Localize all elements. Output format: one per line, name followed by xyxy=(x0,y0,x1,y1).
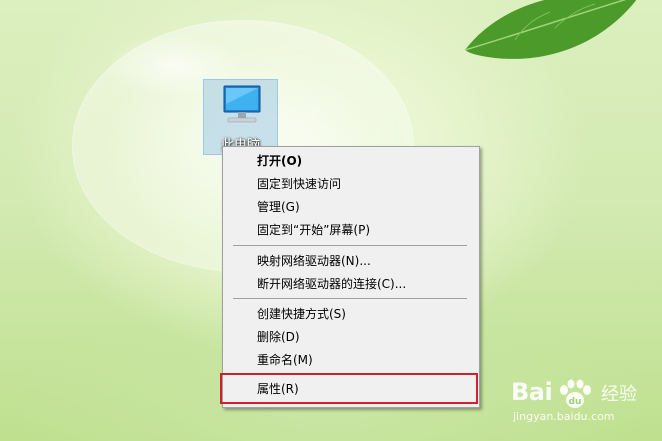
menu-separator xyxy=(233,298,467,299)
computer-monitor-icon xyxy=(223,85,261,123)
menu-separator xyxy=(233,245,467,246)
menu-item-rename[interactable]: 重命名(M) xyxy=(225,349,477,371)
watermark-jingyan-text: 经验 xyxy=(601,384,637,405)
menu-item-pin-start[interactable]: 固定到“开始”屏幕(P) xyxy=(225,219,477,241)
desktop-background: 此电脑 打开(O) 固定到快速访问 管理(G) 固定到“开始”屏幕(P) 映射网… xyxy=(0,0,662,441)
svg-text:du: du xyxy=(569,397,582,407)
baidu-paw-icon: du xyxy=(560,379,591,408)
baidu-jingyan-watermark: Bai du 经验 jingyan.baidu.com xyxy=(505,372,655,432)
menu-item-open[interactable]: 打开(O) xyxy=(225,150,477,172)
wallpaper-leaf xyxy=(464,0,637,59)
menu-item-delete[interactable]: 删除(D) xyxy=(225,326,477,348)
menu-item-create-shortcut[interactable]: 创建快捷方式(S) xyxy=(225,303,477,325)
menu-item-pin-quick-access[interactable]: 固定到快速访问 xyxy=(225,173,477,195)
context-menu: 打开(O) 固定到快速访问 管理(G) 固定到“开始”屏幕(P) 映射网络驱动器… xyxy=(222,146,480,408)
this-pc-desktop-icon[interactable]: 此电脑 xyxy=(203,79,278,155)
menu-item-disconnect-network-drive[interactable]: 断开网络驱动器的连接(C)... xyxy=(225,273,477,295)
watermark-site-text: jingyan.baidu.com xyxy=(513,410,615,423)
menu-item-map-network-drive[interactable]: 映射网络驱动器(N)... xyxy=(225,250,477,272)
menu-item-manage[interactable]: 管理(G) xyxy=(225,196,477,218)
watermark-brand-text: Bai xyxy=(511,378,553,406)
properties-highlight-box xyxy=(220,373,478,404)
